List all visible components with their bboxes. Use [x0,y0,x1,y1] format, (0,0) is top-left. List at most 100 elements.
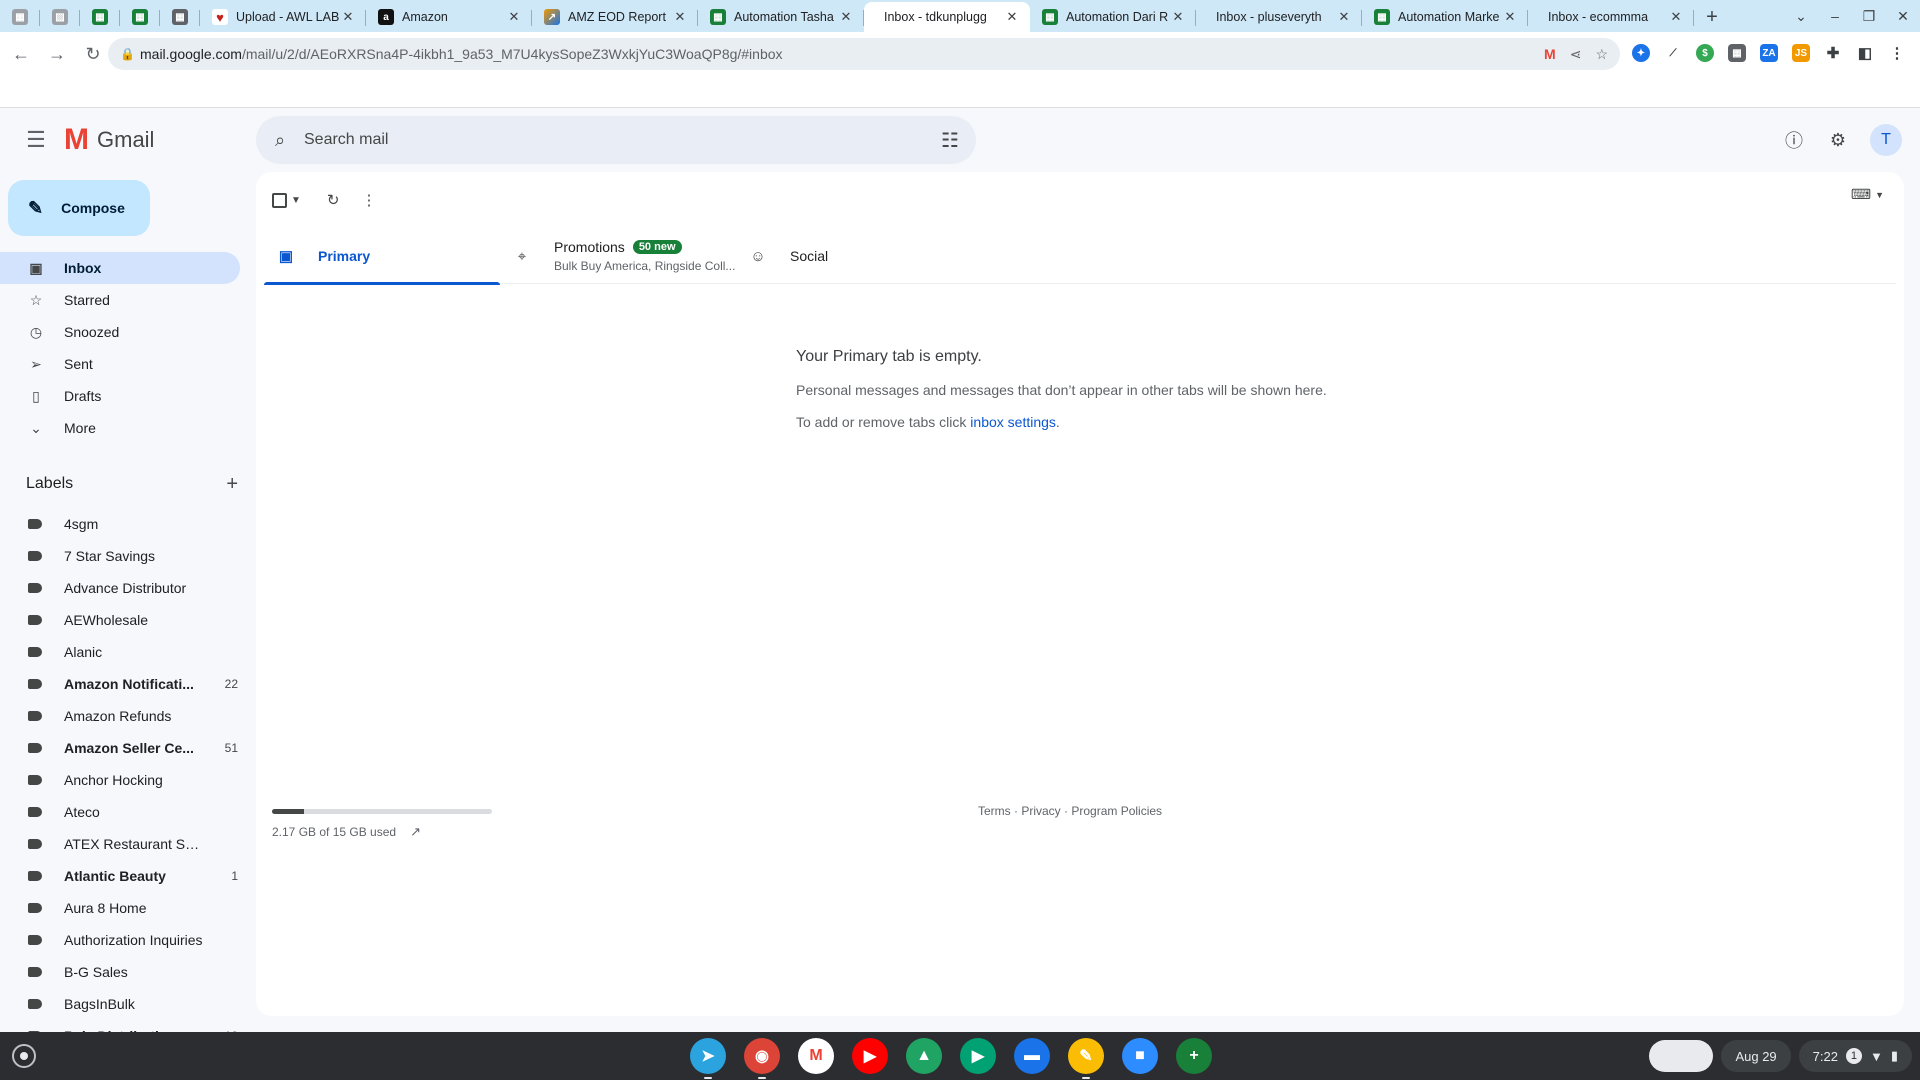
privacy-link[interactable]: Privacy [1021,804,1060,818]
bookmark-star-icon[interactable]: ☆ [1595,46,1608,63]
search-icon[interactable]: ⌕ [256,130,304,151]
input-tools[interactable]: ⌨ ▼ [1851,186,1884,203]
launcher-button[interactable] [12,1044,36,1068]
extension-5-icon[interactable]: ZA [1760,44,1778,62]
browser-tab[interactable]: MInbox - ecommma✕ [1528,2,1694,32]
tab-primary[interactable]: ▣ Primary [264,228,500,285]
files-icon[interactable]: ▬ [1014,1038,1050,1074]
select-all-checkbox[interactable] [272,184,287,216]
tab-close-icon[interactable]: ✕ [506,9,522,25]
youtube-icon[interactable]: ▶ [852,1038,888,1074]
browser-tab[interactable]: a Amazon ✕ [366,2,532,32]
extension-1-icon[interactable]: ✦ [1632,44,1650,62]
close-window-button[interactable]: ✕ [1886,8,1920,25]
label-item[interactable]: AEWholesale [0,604,240,636]
browser-tab[interactable]: ↗ AMZ EOD Report ✕ [532,2,698,32]
pinned-tab[interactable]: ▦ [80,2,120,32]
side-panel-icon[interactable]: ◧ [1856,44,1874,62]
tab-search-icon[interactable]: ⌄ [1784,8,1818,25]
sidebar-item-more[interactable]: ⌄ More [0,412,240,444]
minimize-button[interactable]: – [1818,8,1852,24]
browser-tab[interactable]: MInbox - tdkunplugg✕ [864,2,1030,32]
browser-tab[interactable]: ▦ Automation Dari R ✕ [1030,2,1196,32]
share-icon[interactable]: ⋖ [1570,46,1582,63]
more-options-icon[interactable]: ⋮ [361,184,376,216]
date-pill[interactable]: Aug 29 [1721,1040,1791,1072]
lock-icon[interactable]: 🔒 [120,47,140,61]
back-button[interactable]: ← [6,39,36,69]
tab-close-icon[interactable]: ✕ [838,9,854,25]
label-item[interactable]: Amazon Refunds [0,700,240,732]
label-item[interactable]: ATEX Restaurant Supply [0,828,240,860]
status-area[interactable]: 7:22 1 ▼ ▮ [1798,1040,1912,1072]
tab-close-icon[interactable]: ✕ [1336,9,1352,25]
reload-button[interactable]: ↻ [78,39,108,69]
terms-link[interactable]: Terms [978,804,1011,818]
account-avatar[interactable]: T [1870,124,1902,156]
label-item[interactable]: BagsInBulk [0,988,240,1020]
label-item[interactable]: B-G Sales [0,956,240,988]
play-store-icon[interactable]: ▶ [960,1038,996,1074]
label-item[interactable]: Ateco [0,796,240,828]
extension-6-icon[interactable]: JS [1792,44,1810,62]
sidebar-item-inbox[interactable]: ▣ Inbox [0,252,240,284]
label-item[interactable]: Alanic [0,636,240,668]
settings-gear-icon[interactable]: ⚙ [1818,120,1858,160]
chrome-icon[interactable]: ◉ [744,1038,780,1079]
inbox-settings-link[interactable]: inbox settings [970,414,1056,430]
forward-button[interactable]: → [42,39,72,69]
label-item[interactable]: 4sgm [0,508,240,540]
tab-social[interactable]: ☺ Social [736,228,972,284]
refresh-icon[interactable]: ↻ [327,184,340,216]
browser-tab[interactable]: ▦ Automation Marke ✕ [1362,2,1528,32]
zoom-icon[interactable]: ■ [1122,1038,1158,1074]
open-in-new-icon[interactable]: ↗ [410,824,421,840]
sheets-app-icon[interactable]: + [1176,1038,1212,1074]
search-input[interactable] [304,131,924,149]
label-item[interactable]: Baja Distribution10 [0,1020,240,1032]
puzzle-icon[interactable]: ✚ [1824,44,1842,62]
label-item[interactable]: Advance Distributor [0,572,240,604]
tab-promotions[interactable]: ⌖ Promotions 50 new Bulk Buy America, Ri… [500,228,736,284]
tab-close-icon[interactable]: ✕ [1004,9,1020,25]
search-options-icon[interactable]: ☷ [924,128,976,153]
sidebar-item-drafts[interactable]: ▯ Drafts [0,380,240,412]
url-text[interactable]: mail.google.com/mail/u/2/d/AEoRXRSna4P-4… [140,46,1544,62]
pinned-tab[interactable]: ▦ [120,2,160,32]
main-menu-icon[interactable]: ☰ [16,120,56,160]
create-label-plus-icon[interactable]: + [226,473,238,496]
pinned-tab[interactable]: ▦ [160,2,200,32]
program-policies-link[interactable]: Program Policies [1071,804,1162,818]
tab-close-icon[interactable]: ✕ [1668,9,1684,25]
browser-tab[interactable]: ♥ Upload - AWL LABE ✕ [200,2,366,32]
label-item[interactable]: 7 Star Savings [0,540,240,572]
browser-tab[interactable]: MInbox - pluseveryth✕ [1196,2,1362,32]
browser-menu-icon[interactable]: ⋮ [1888,44,1906,62]
drive-icon[interactable]: ▲ [906,1038,942,1074]
gmail-extension-icon[interactable]: M [1544,46,1556,62]
tab-close-icon[interactable]: ✕ [672,9,688,25]
new-tab-button[interactable]: + [1694,2,1730,32]
gmail-app-icon[interactable]: M [798,1038,834,1074]
tab-close-icon[interactable]: ✕ [1502,9,1518,25]
sidebar-item-starred[interactable]: ☆ Starred [0,284,240,316]
browser-tab[interactable]: ▦ Automation Tasha ✕ [698,2,864,32]
extension-2-icon[interactable]: ⟋ [1664,44,1682,62]
label-item[interactable]: Amazon Notificati... 22 [0,668,240,700]
pinned-tab[interactable]: ▨ [40,2,80,32]
keep-icon[interactable]: ✎ [1068,1038,1104,1079]
help-icon[interactable]: ⓘ [1774,120,1814,160]
select-dropdown-icon[interactable]: ▼ [291,184,301,216]
label-item[interactable]: Anchor Hocking [0,764,240,796]
gmail-logo[interactable]: M Gmail [64,125,154,155]
extension-4-icon[interactable]: ▦ [1728,44,1746,62]
sidebar-item-sent[interactable]: ➢ Sent [0,348,240,380]
tote-holding-space[interactable] [1649,1040,1714,1072]
label-item[interactable]: Aura 8 Home [0,892,240,924]
tab-close-icon[interactable]: ✕ [1170,9,1186,25]
label-item[interactable]: Authorization Inquiries [0,924,240,956]
address-bar[interactable]: 🔒 mail.google.com/mail/u/2/d/AEoRXRSna4P… [108,38,1620,70]
label-item[interactable]: Atlantic Beauty 1 [0,860,240,892]
sidebar-item-snoozed[interactable]: ◷ Snoozed [0,316,240,348]
label-item[interactable]: Amazon Seller Ce... 51 [0,732,240,764]
